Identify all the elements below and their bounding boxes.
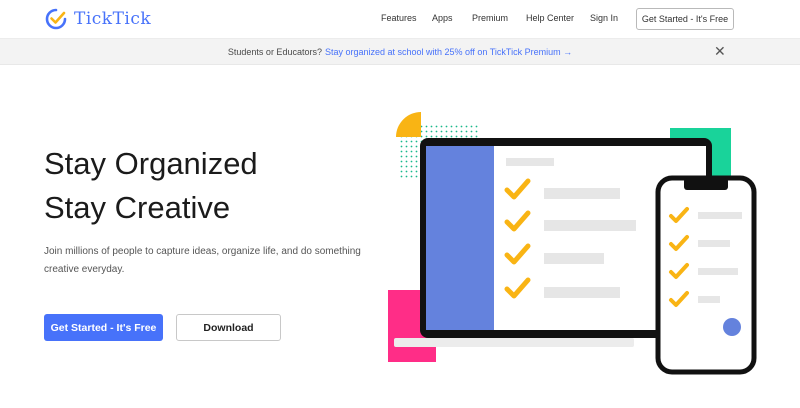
site-header: TickTick Features Apps Premium Help Cent… (0, 0, 800, 38)
phone-mockup (655, 175, 757, 375)
logo-check-icon (45, 8, 67, 30)
header-get-started-button[interactable]: Get Started - It's Free (636, 8, 734, 30)
hero-title-line-1: Stay Organized (44, 146, 258, 181)
nav-sign-in[interactable]: Sign In (590, 13, 618, 23)
hero-title: Stay Organized Stay Creative (44, 142, 258, 230)
close-icon[interactable]: ✕ (714, 43, 726, 59)
nav-premium[interactable]: Premium (472, 13, 508, 23)
hero-title-line-2: Stay Creative (44, 190, 231, 225)
brand-name: TickTick (74, 9, 152, 29)
banner-text: Students or Educators? (227, 46, 322, 57)
banner-promo-link[interactable]: Stay organized at school with 25% off on… (325, 47, 572, 57)
add-task-fab-icon (723, 318, 741, 336)
logo[interactable]: TickTick (44, 7, 151, 31)
hero-illustration (388, 112, 757, 375)
download-button[interactable]: Download (176, 314, 281, 341)
get-started-button[interactable]: Get Started - It's Free (44, 314, 163, 341)
nav-help-center[interactable]: Help Center (526, 13, 574, 23)
nav-features[interactable]: Features (381, 13, 417, 23)
nav-apps[interactable]: Apps (432, 13, 453, 23)
hero-description: Join millions of people to capture ideas… (44, 246, 361, 275)
promo-banner: Students or Educators? Stay organized at… (0, 38, 800, 65)
